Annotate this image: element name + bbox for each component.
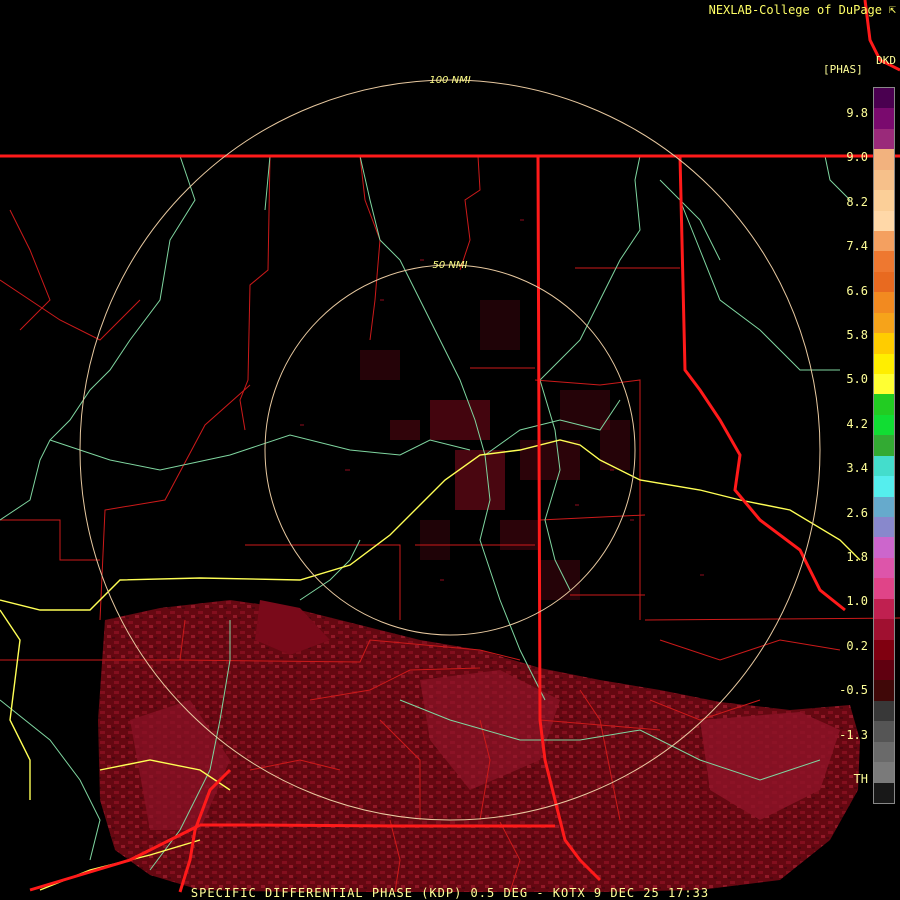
legend-swatch bbox=[874, 190, 894, 212]
color-legend bbox=[873, 87, 895, 804]
product-code: DKD bbox=[876, 54, 896, 67]
legend-tick-label: 2.6 bbox=[846, 505, 868, 520]
legend-swatch bbox=[874, 374, 894, 395]
legend-swatch bbox=[874, 598, 894, 620]
legend-swatch bbox=[874, 619, 894, 641]
legend-swatch bbox=[874, 496, 894, 518]
legend-swatch bbox=[874, 537, 894, 559]
legend-tick-label: -0.5 bbox=[839, 683, 868, 698]
legend-tick-label: 4.2 bbox=[846, 416, 868, 431]
legend-tick-label: 9.8 bbox=[846, 106, 868, 120]
legend-swatch bbox=[874, 414, 894, 436]
range-ring-label-50: 50 NMI bbox=[433, 260, 468, 271]
product-description: SPECIFIC DIFFERENTIAL PHASE (KDP) 0.5 DE… bbox=[190, 886, 710, 900]
legend-swatch bbox=[874, 149, 894, 171]
legend-swatch bbox=[874, 128, 894, 150]
legend-tick-label: 1.0 bbox=[846, 594, 868, 609]
range-ring-labels: 100 NMI 50 NMI bbox=[429, 75, 470, 271]
arrow-corner-icon[interactable]: ⇱ bbox=[889, 2, 896, 16]
legend-swatch bbox=[874, 680, 894, 702]
legend-swatch bbox=[874, 88, 894, 109]
legend-tick-label: 5.0 bbox=[846, 372, 868, 387]
range-ring-label-100: 100 NMI bbox=[429, 75, 470, 86]
legend-tick-label: 9.0 bbox=[846, 150, 868, 165]
legend-swatch bbox=[874, 557, 894, 579]
legend-swatch bbox=[874, 660, 894, 681]
legend-swatch bbox=[874, 762, 894, 784]
legend-tick-label: 0.2 bbox=[846, 638, 868, 653]
legend-swatch bbox=[874, 231, 894, 252]
legend-tick-label: 6.6 bbox=[846, 283, 868, 298]
kdp-echo-field bbox=[98, 219, 860, 892]
legend-swatch bbox=[874, 476, 894, 498]
legend-swatch bbox=[874, 517, 894, 538]
legend-tick-label: 1.8 bbox=[846, 550, 868, 564]
legend-swatch bbox=[874, 108, 894, 130]
legend-swatch bbox=[874, 394, 894, 416]
legend-units: [PHAS] bbox=[823, 63, 863, 76]
legend-swatch bbox=[874, 169, 894, 191]
legend-swatch bbox=[874, 312, 894, 334]
legend-swatch bbox=[874, 741, 894, 763]
credit-text[interactable]: NEXLAB-College of DuPage bbox=[709, 3, 882, 17]
legend-swatch bbox=[874, 292, 894, 314]
legend-swatch bbox=[874, 210, 894, 232]
legend-tick-label: 7.4 bbox=[846, 239, 868, 254]
legend-swatch bbox=[874, 251, 894, 273]
legend-swatch bbox=[874, 353, 894, 375]
legend-tick-label: 5.8 bbox=[846, 328, 868, 342]
legend-tick-label: -1.3 bbox=[839, 727, 868, 742]
legend-swatch bbox=[874, 721, 894, 743]
legend-swatch bbox=[874, 578, 894, 600]
radar-map: 100 NMI 50 NMI bbox=[0, 0, 900, 893]
legend-tick-label: 3.4 bbox=[846, 461, 868, 476]
legend-swatch bbox=[874, 782, 894, 804]
legend-tick-label: 8.2 bbox=[846, 194, 868, 209]
legend-swatch bbox=[874, 455, 894, 477]
legend-swatch bbox=[874, 435, 894, 457]
legend-tick-label: TH bbox=[853, 772, 868, 786]
radar-viewer: 100 NMI 50 NMI NEXLAB-College of DuPage … bbox=[0, 0, 900, 900]
legend-swatch bbox=[874, 639, 894, 661]
legend-swatch bbox=[874, 333, 894, 355]
legend-swatch bbox=[874, 271, 894, 293]
legend-swatch bbox=[874, 700, 894, 722]
